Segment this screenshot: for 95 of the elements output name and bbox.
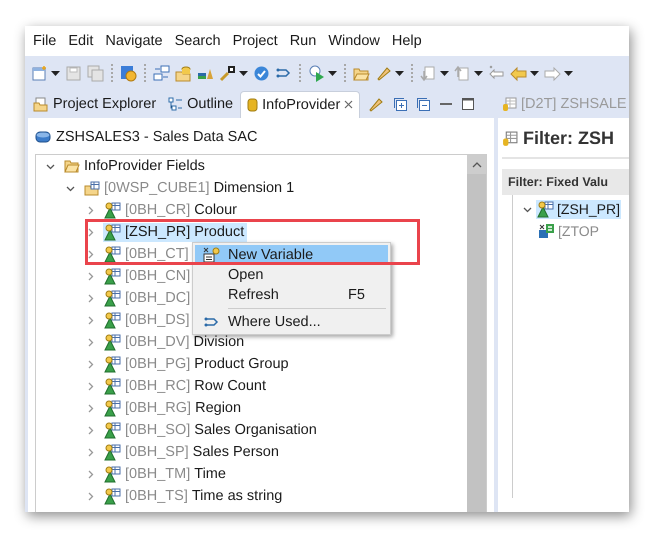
tree-item[interactable]: [0BH_PG] Product Group: [103, 354, 292, 374]
save-icon[interactable]: [65, 64, 82, 82]
key-table-icon: [104, 378, 121, 394]
menu-item[interactable]: Help: [386, 33, 428, 49]
layout-icon[interactable]: [153, 64, 170, 82]
menu-item[interactable]: Edit: [62, 33, 100, 49]
editor-heading: Filter: ZSH: [523, 128, 614, 149]
database-folder-icon[interactable]: [175, 64, 192, 82]
infoprovider-title: ZSHSALES3 - Sales Data SAC: [56, 129, 258, 145]
expand-chevron-icon[interactable]: [86, 470, 95, 478]
tree-item[interactable]: [0BH_CR] Colour: [103, 200, 240, 220]
caret-icon[interactable]: [474, 70, 483, 76]
expand-chevron-icon[interactable]: [86, 250, 95, 258]
key-table-icon: [104, 246, 121, 262]
check-circle-icon[interactable]: [253, 64, 270, 82]
key-table-icon: [104, 268, 121, 284]
caret-icon[interactable]: [530, 70, 539, 76]
close-icon[interactable]: [344, 100, 354, 109]
key-table-icon: [537, 200, 554, 218]
caret-icon[interactable]: [564, 70, 573, 76]
flow-icon: [203, 315, 220, 329]
key-table-icon: [104, 400, 121, 416]
key-table-icon: [104, 334, 121, 350]
expand-chevron-icon[interactable]: [86, 294, 95, 302]
tree-item[interactable]: [0BH_RC] Row Count: [103, 376, 270, 396]
section-header: Filter: Fixed Valu: [502, 169, 629, 195]
cylinder-icon: [247, 96, 258, 112]
expand-chevron-icon[interactable]: [86, 206, 95, 214]
menu-item[interactable]: File: [27, 33, 62, 49]
caret-icon[interactable]: [395, 70, 404, 76]
collapse-all-icon[interactable]: [417, 98, 430, 110]
tree-item[interactable]: [0BH_TS] Time as string: [103, 486, 286, 506]
folder-page-icon: [33, 96, 49, 112]
tree-item[interactable]: [0BH_SO] Sales Organisation: [103, 420, 320, 440]
menu-item[interactable]: Open: [195, 265, 388, 285]
tree-item[interactable]: [ZSH_PR] Product: [103, 222, 248, 242]
variable-icon: [538, 223, 555, 239]
menu-item[interactable]: Project: [226, 33, 284, 49]
tree-item[interactable]: [0BH_RG] Region: [103, 398, 244, 418]
view-tab[interactable]: InfoProvider: [240, 90, 360, 118]
run-icon[interactable]: [308, 64, 325, 82]
collapse-chevron-icon[interactable]: [523, 204, 532, 214]
expand-chevron-icon[interactable]: [86, 228, 95, 236]
variable-icon: [203, 247, 220, 263]
table-cylinder-icon: [502, 130, 518, 146]
key-table-icon: [104, 224, 121, 240]
database-icon: [35, 131, 51, 143]
expand-chevron-icon[interactable]: [86, 316, 95, 324]
maximize-icon[interactable]: [462, 98, 474, 110]
expand-chevron-icon[interactable]: [86, 338, 95, 346]
collapse-chevron-icon[interactable]: [46, 162, 55, 170]
menu-item[interactable]: Search: [168, 33, 227, 49]
expand-chevron-icon[interactable]: [86, 360, 95, 368]
expand-chevron-icon[interactable]: [86, 492, 95, 500]
key-table-icon: [104, 290, 121, 306]
tree-item[interactable]: [0BH_DV] Division: [103, 332, 248, 352]
menu-item[interactable]: Where Used...: [195, 312, 388, 332]
menu-item[interactable]: Refresh F5: [195, 285, 388, 305]
folder-table-icon: [84, 180, 100, 196]
expand-chevron-icon[interactable]: [86, 272, 95, 280]
caret-icon[interactable]: [440, 70, 449, 76]
outline-icon: [168, 96, 184, 112]
pen-icon[interactable]: [368, 96, 384, 112]
view-tab[interactable]: Outline: [163, 91, 238, 117]
menu-item[interactable]: Navigate: [99, 33, 169, 49]
new-file-icon[interactable]: [31, 64, 48, 82]
tree-item[interactable]: [ZSH_PR]: [536, 200, 622, 218]
caret-icon[interactable]: [239, 70, 248, 76]
collapse-chevron-icon[interactable]: [66, 184, 75, 192]
table-cylinder-icon: [502, 96, 517, 112]
tree-item[interactable]: [0WSP_CUBE1] Dimension 1: [83, 179, 298, 197]
back-star-icon[interactable]: [488, 64, 505, 82]
key-table-icon: [104, 312, 121, 328]
caret-icon[interactable]: [51, 70, 60, 76]
expand-chevron-icon[interactable]: [86, 382, 95, 390]
menu-item[interactable]: Run: [284, 33, 322, 49]
view-tab[interactable]: Project Explorer: [28, 91, 162, 117]
tree-item[interactable]: [0BH_TM] Time: [103, 464, 229, 484]
tree-item[interactable]: [0BH_SP] Sales Person: [103, 442, 282, 462]
tree-item[interactable]: InfoProvider Fields: [63, 157, 208, 175]
key-table-icon: [104, 202, 121, 218]
menu-item[interactable]: Window: [322, 33, 386, 49]
folder-icon: [64, 159, 80, 173]
key-table-icon: [104, 466, 121, 482]
expand-chevron-icon[interactable]: [86, 404, 95, 412]
caret-icon[interactable]: [328, 70, 337, 76]
expand-chevron-icon[interactable]: [86, 426, 95, 434]
key-table-icon: [104, 422, 121, 438]
scroll-up-icon[interactable]: [472, 162, 482, 168]
expand-chevron-icon[interactable]: [86, 448, 95, 456]
expand-all-icon[interactable]: [394, 98, 408, 110]
minimize-icon[interactable]: [440, 102, 452, 106]
key-table-icon: [104, 488, 121, 504]
key-table-icon: [104, 356, 121, 372]
key-table-icon: [104, 444, 121, 460]
